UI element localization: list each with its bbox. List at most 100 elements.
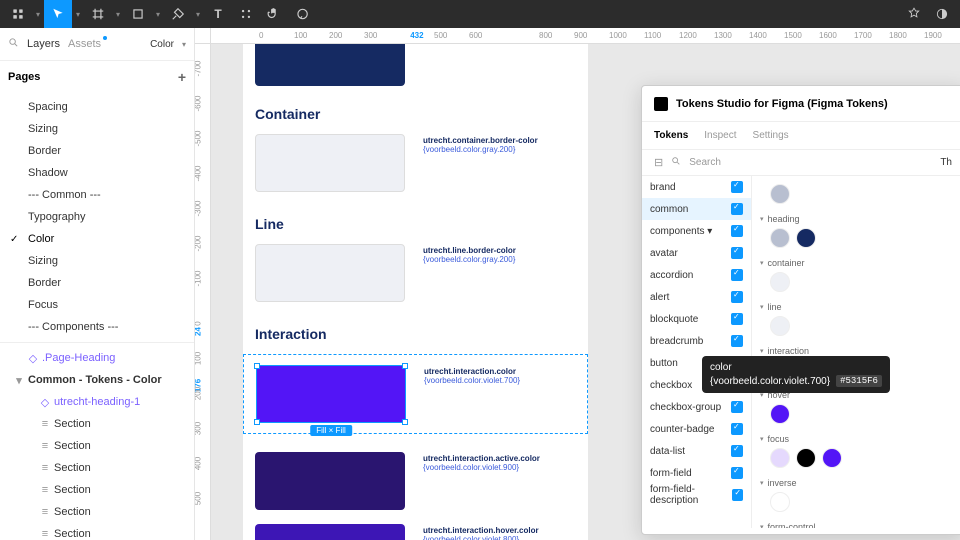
page-item[interactable]: Color (0, 228, 194, 250)
devmode-icon[interactable] (900, 0, 928, 28)
pen-caret[interactable]: ▾ (192, 10, 204, 19)
layer-section[interactable]: ≡Section (0, 523, 194, 540)
token-group-item[interactable]: blockquote (642, 308, 751, 330)
category-header[interactable]: ▾inverse (760, 478, 956, 488)
swatch-interaction-selected[interactable]: Fill × Fill (256, 365, 406, 423)
checkbox[interactable] (731, 313, 743, 325)
category-header[interactable]: ▾form-control (760, 522, 956, 528)
hand-tool[interactable] (260, 0, 288, 28)
token-group-item[interactable]: components ▾ (642, 220, 751, 242)
color-swatch[interactable] (770, 404, 790, 424)
page-item[interactable]: Sizing (0, 250, 194, 272)
frame-caret[interactable]: ▾ (112, 10, 124, 19)
collapse-icon[interactable]: ⊟ (654, 156, 663, 169)
checkbox[interactable] (731, 269, 743, 281)
layer-section[interactable]: ≡Section (0, 413, 194, 435)
plugin-panel[interactable]: Tokens Studio for Figma (Figma Tokens) T… (641, 85, 960, 535)
checkbox[interactable] (731, 401, 743, 413)
selection-handle[interactable] (402, 419, 408, 425)
category-header[interactable]: ▾line (760, 302, 956, 312)
checkbox[interactable] (731, 225, 743, 237)
color-swatch[interactable] (796, 228, 816, 248)
checkbox[interactable] (731, 181, 743, 193)
category-header[interactable]: ▾heading (760, 214, 956, 224)
color-swatch[interactable] (770, 184, 790, 204)
color-swatch[interactable] (822, 448, 842, 468)
move-tool[interactable] (44, 0, 72, 28)
darkmode-icon[interactable] (928, 0, 956, 28)
tab-layers[interactable]: Layers (27, 38, 60, 50)
checkbox[interactable] (731, 291, 743, 303)
token-group-item[interactable]: checkbox-group (642, 396, 751, 418)
swatch-line[interactable] (255, 244, 405, 302)
selection-handle[interactable] (254, 419, 260, 425)
text-tool[interactable]: T (204, 0, 232, 28)
selection-handle[interactable] (254, 363, 260, 369)
color-swatch[interactable] (770, 272, 790, 292)
checkbox[interactable] (731, 445, 743, 457)
chevron-down-icon[interactable]: ▾ (182, 40, 186, 49)
layer-section[interactable]: ≡Section (0, 501, 194, 523)
checkbox[interactable] (731, 247, 743, 259)
category-header[interactable]: ▾interaction (760, 346, 956, 356)
move-caret[interactable]: ▾ (72, 10, 84, 19)
color-swatch[interactable] (796, 448, 816, 468)
page-item[interactable]: Sizing (0, 118, 194, 140)
token-group-item[interactable]: form-field (642, 462, 751, 484)
layer-frame-root[interactable]: ▾ Common - Tokens - Color (0, 369, 194, 391)
page-item[interactable]: Shadow (0, 162, 194, 184)
page-item[interactable]: Border (0, 272, 194, 294)
shape-tool[interactable] (124, 0, 152, 28)
tab-settings[interactable]: Settings (753, 130, 789, 141)
search-icon[interactable] (671, 156, 681, 169)
category-header[interactable]: ▾focus (760, 434, 956, 444)
frame-tool[interactable] (84, 0, 112, 28)
color-swatch[interactable] (770, 316, 790, 336)
color-swatch[interactable] (770, 228, 790, 248)
checkbox[interactable] (732, 489, 743, 501)
layer-component-heading[interactable]: ◇ .Page-Heading (0, 347, 194, 369)
search-icon[interactable] (8, 37, 19, 51)
token-group-item[interactable]: alert (642, 286, 751, 308)
checkbox[interactable] (731, 335, 743, 347)
token-group-item[interactable]: accordion (642, 264, 751, 286)
page-item[interactable]: Border (0, 140, 194, 162)
theme-indicator[interactable]: Th (940, 157, 952, 168)
add-page-button[interactable]: + (178, 69, 186, 85)
selection-handle[interactable] (402, 363, 408, 369)
menu-button[interactable] (4, 0, 32, 28)
swatch-container[interactable] (255, 134, 405, 192)
token-group-item[interactable]: counter-badge (642, 418, 751, 440)
tab-tokens[interactable]: Tokens (654, 130, 688, 141)
menu-caret[interactable]: ▾ (32, 10, 44, 19)
selection-bounds[interactable]: Fill × Fill utrecht.interaction.color {v… (243, 354, 588, 434)
category-header[interactable]: ▾container (760, 258, 956, 268)
token-group-item[interactable]: breadcrumb (642, 330, 751, 352)
color-swatch[interactable] (770, 492, 790, 512)
plugin-title-bar[interactable]: Tokens Studio for Figma (Figma Tokens) (642, 86, 960, 122)
token-group-item[interactable]: form-field-description (642, 484, 751, 506)
layer-section[interactable]: ≡Section (0, 435, 194, 457)
resources-tool[interactable] (232, 0, 260, 28)
page-item[interactable]: Spacing (0, 96, 194, 118)
layer-section[interactable]: ≡Section (0, 457, 194, 479)
token-group-item[interactable]: data-list (642, 440, 751, 462)
page-dropdown[interactable]: Color (150, 39, 174, 50)
checkbox[interactable] (731, 423, 743, 435)
comment-tool[interactable] (288, 0, 316, 28)
page-item[interactable]: Focus (0, 294, 194, 316)
tab-inspect[interactable]: Inspect (704, 130, 736, 141)
token-group-item[interactable]: avatar (642, 242, 751, 264)
token-group-item[interactable]: brand (642, 176, 751, 198)
layer-instance[interactable]: ◇ utrecht-heading-1 (0, 391, 194, 413)
swatch-interaction-hover[interactable] (255, 524, 405, 540)
checkbox[interactable] (731, 203, 743, 215)
checkbox[interactable] (731, 467, 743, 479)
tab-assets[interactable]: Assets (68, 38, 101, 50)
shape-caret[interactable]: ▾ (152, 10, 164, 19)
swatch-interaction-active[interactable] (255, 452, 405, 510)
color-swatch[interactable] (770, 448, 790, 468)
page-item[interactable]: --- Components --- (0, 316, 194, 338)
page-item[interactable]: Typography (0, 206, 194, 228)
pen-tool[interactable] (164, 0, 192, 28)
